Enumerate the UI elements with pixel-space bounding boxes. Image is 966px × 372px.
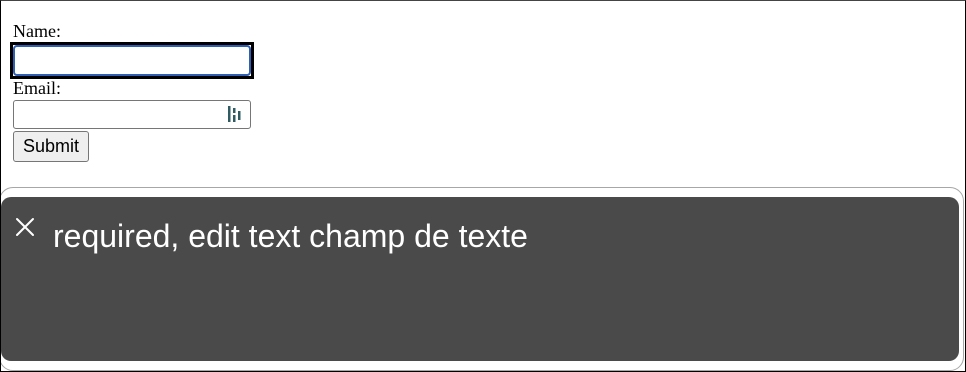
name-label: Name: xyxy=(13,21,61,41)
autofill-icon-graphic xyxy=(228,106,241,122)
submit-button[interactable]: Submit xyxy=(13,131,90,162)
contact-form: Name: Email: Submit xyxy=(10,21,313,162)
password-manager-autofill-icon[interactable] xyxy=(227,105,243,123)
name-input[interactable] xyxy=(13,45,251,76)
email-label: Email: xyxy=(13,78,61,98)
screen-reader-caption-panel: required, edit text champ de texte xyxy=(1,197,959,361)
close-icon[interactable] xyxy=(13,215,37,239)
email-input[interactable] xyxy=(13,100,251,129)
close-icon-graphic xyxy=(16,218,34,236)
email-field-wrapper xyxy=(13,100,251,129)
caption-text: required, edit text champ de texte xyxy=(53,218,528,254)
browser-viewport: Name: Email: Submit required, edit text … xyxy=(0,0,966,372)
